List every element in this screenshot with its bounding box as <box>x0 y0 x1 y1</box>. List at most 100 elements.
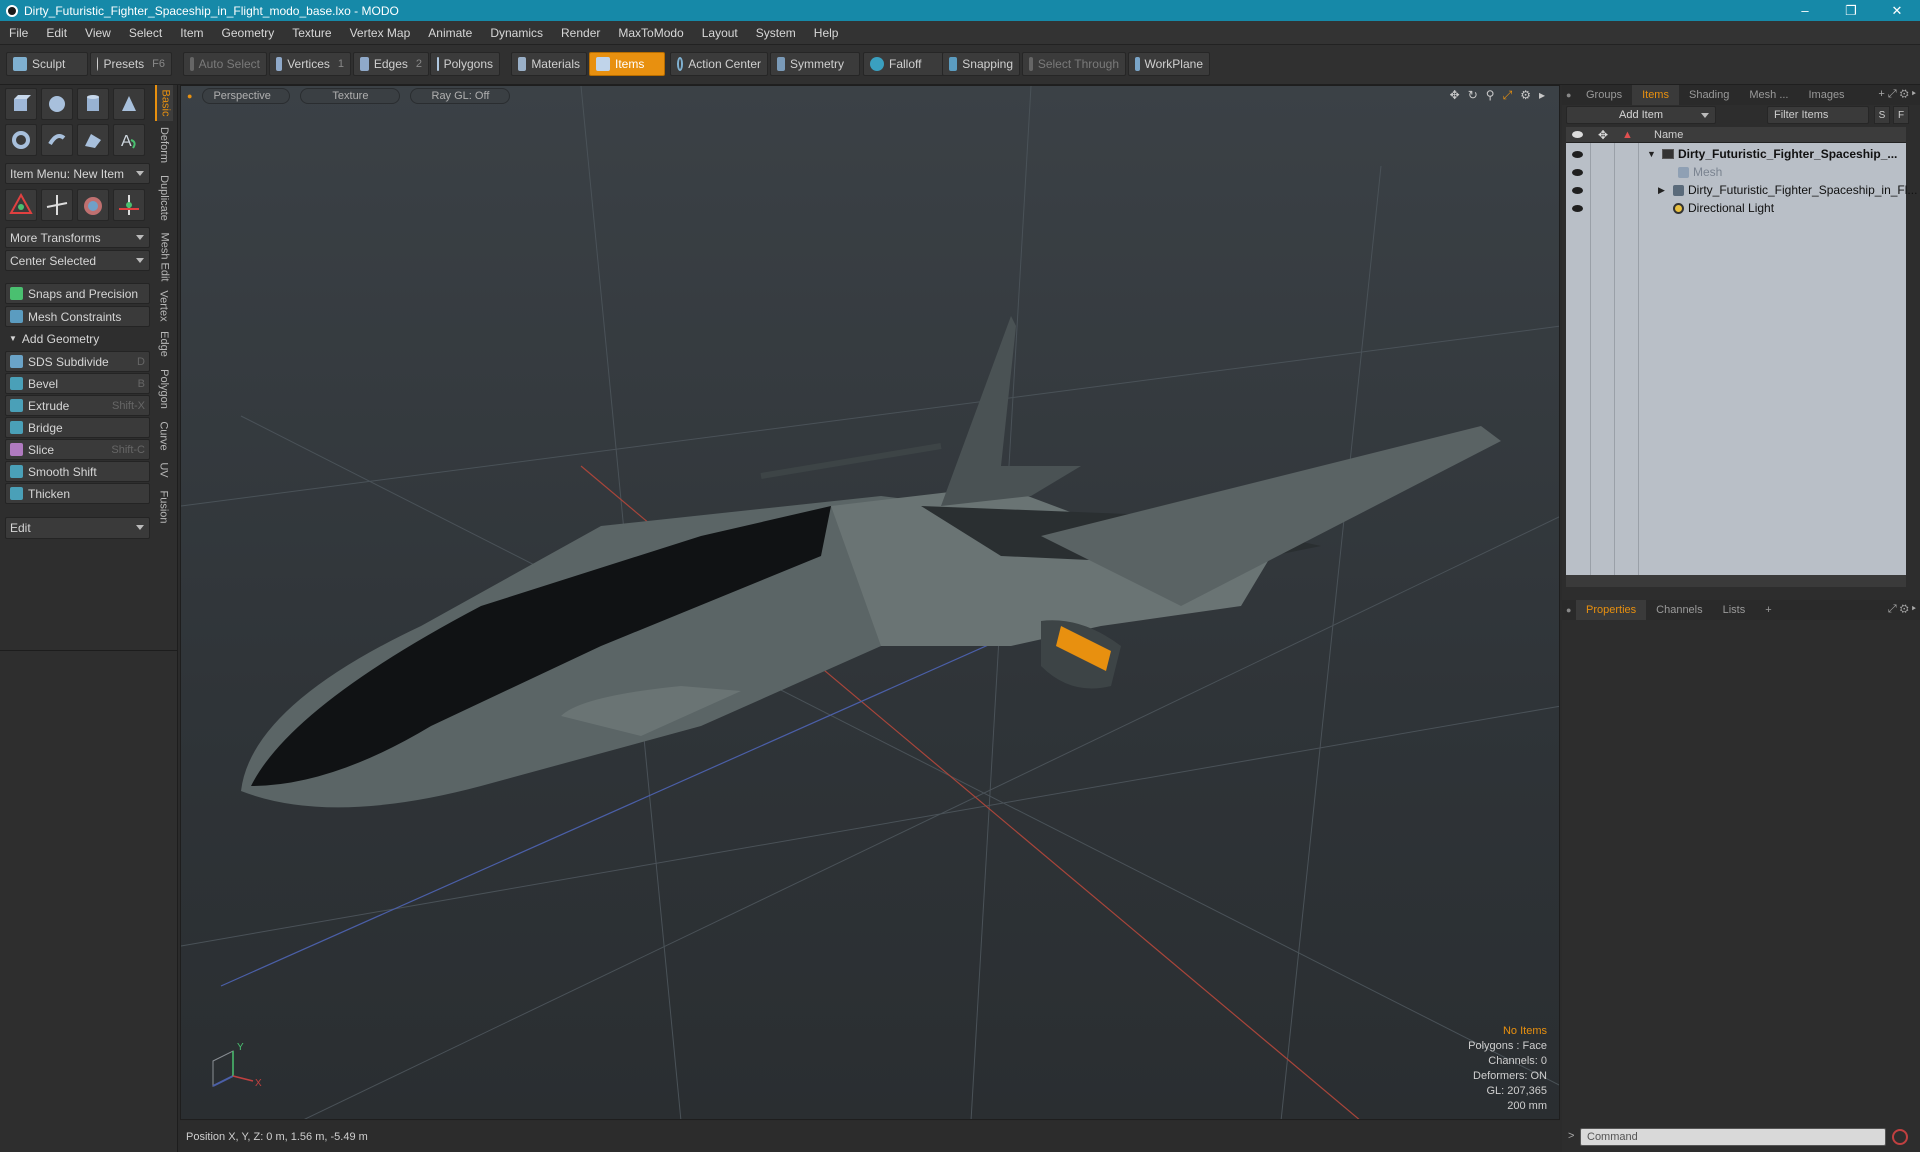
tool-slice[interactable]: Slice Shift-C <box>5 439 150 460</box>
tool-smooth-shift[interactable]: Smooth Shift <box>5 461 150 482</box>
move-tool-icon[interactable] <box>5 189 37 221</box>
tab-shading[interactable]: Shading <box>1679 85 1739 105</box>
vtab-fusion[interactable]: Fusion <box>155 485 173 529</box>
scale-tool-icon[interactable] <box>77 189 109 221</box>
triangle-down-icon[interactable]: ▼ <box>1647 149 1656 159</box>
eye-icon[interactable] <box>1572 204 1583 212</box>
add-geometry-header[interactable]: ▼ Add Geometry <box>5 330 150 347</box>
auto-select-button[interactable]: Auto Select <box>183 52 267 76</box>
gear-icon[interactable]: ⚙ <box>1900 603 1909 615</box>
menu-geometry[interactable]: Geometry <box>213 26 284 40</box>
tab-mesh[interactable]: Mesh ... <box>1739 85 1798 105</box>
falloff-button[interactable]: Falloff <box>863 52 945 76</box>
menu-system[interactable]: System <box>747 26 805 40</box>
tab-channels[interactable]: Channels <box>1646 600 1712 620</box>
ray-gl-tab[interactable]: Ray GL: Off <box>410 88 511 104</box>
arrow-right-icon[interactable]: ▸ <box>1912 88 1916 100</box>
command-input[interactable]: Command <box>1580 1128 1886 1146</box>
menu-select[interactable]: Select <box>120 26 171 40</box>
symmetry-button[interactable]: Symmetry <box>770 52 860 76</box>
vtab-uv[interactable]: UV <box>155 457 173 483</box>
vtab-basic[interactable]: Basic <box>155 85 173 121</box>
gear-icon[interactable]: ⚙ <box>1520 88 1531 103</box>
items-scrollbar[interactable] <box>1566 575 1906 587</box>
tool-thicken[interactable]: Thicken <box>5 483 150 504</box>
add-tab-icon[interactable]: + <box>1755 600 1781 620</box>
menu-view[interactable]: View <box>76 26 120 40</box>
zoom-icon[interactable]: ⚲ <box>1486 88 1495 103</box>
select-through-button[interactable]: Select Through <box>1022 52 1126 76</box>
menu-help[interactable]: Help <box>805 26 848 40</box>
cube-primitive-icon[interactable] <box>5 88 37 120</box>
vtab-polygon[interactable]: Polygon <box>155 363 173 415</box>
action-center-button[interactable]: Action Center <box>670 52 768 76</box>
tab-lists[interactable]: Lists <box>1713 600 1756 620</box>
filter-items-input[interactable]: Filter Items <box>1767 106 1869 124</box>
center-selected-dropdown[interactable]: Center Selected <box>5 250 150 271</box>
vtab-duplicate[interactable]: Duplicate <box>155 169 173 227</box>
text-primitive-icon[interactable]: A <box>113 124 145 156</box>
pen-primitive-icon[interactable] <box>77 124 109 156</box>
arrow-right-icon[interactable]: ▸ <box>1539 88 1545 103</box>
tab-images[interactable]: Images <box>1798 85 1854 105</box>
tool-bevel[interactable]: Bevel B <box>5 373 150 394</box>
item-row-scene[interactable]: ▼ Dirty_Futuristic_Fighter_Spaceship_... <box>1566 145 1906 163</box>
item-menu-dropdown[interactable]: Item Menu: New Item <box>5 163 150 184</box>
maximize-icon[interactable]: ⤢ <box>1503 88 1513 103</box>
mesh-constraints-button[interactable]: Mesh Constraints <box>5 306 150 327</box>
expand-icon[interactable]: ⤢ <box>1888 88 1897 100</box>
materials-button[interactable]: Materials <box>511 52 587 76</box>
vtab-deform[interactable]: Deform <box>155 123 173 167</box>
cone-primitive-icon[interactable] <box>113 88 145 120</box>
menu-edit[interactable]: Edit <box>37 26 76 40</box>
3d-viewport[interactable]: Y X ● Perspective Texture Ray GL: Off ✥ … <box>180 85 1560 1120</box>
menu-file[interactable]: File <box>0 26 37 40</box>
workplane-button[interactable]: WorkPlane <box>1128 52 1210 76</box>
record-icon[interactable] <box>1892 1129 1908 1145</box>
expand-icon[interactable]: ⤢ <box>1888 603 1897 615</box>
minimize-icon[interactable]: – <box>1782 0 1828 21</box>
item-row-mesh[interactable]: Mesh <box>1566 163 1906 181</box>
menu-render[interactable]: Render <box>552 26 609 40</box>
rotate-tool-icon[interactable] <box>41 189 73 221</box>
panel-options-icon[interactable]: ● <box>1562 90 1576 100</box>
pan-icon[interactable]: ✥ <box>1450 88 1460 103</box>
tool-extrude[interactable]: Extrude Shift-X <box>5 395 150 416</box>
orbit-icon[interactable]: ↻ <box>1468 88 1478 103</box>
vtab-mesh-edit[interactable]: Mesh Edit <box>155 229 173 285</box>
arrow-right-icon[interactable]: ▸ <box>1912 603 1916 615</box>
add-tab-icon[interactable]: + <box>1878 88 1884 100</box>
menu-dynamics[interactable]: Dynamics <box>481 26 552 40</box>
tool-bridge[interactable]: Bridge <box>5 417 150 438</box>
presets-button[interactable]: Presets F6 <box>90 52 172 76</box>
menu-animate[interactable]: Animate <box>419 26 481 40</box>
edges-button[interactable]: Edges 2 <box>353 52 429 76</box>
vtab-edge[interactable]: Edge <box>155 327 173 361</box>
add-item-button[interactable]: Add Item <box>1566 106 1716 124</box>
triangle-right-icon[interactable]: ▶ <box>1658 185 1665 196</box>
sphere-primitive-icon[interactable] <box>41 88 73 120</box>
snaps-precision-button[interactable]: Snaps and Precision <box>5 283 150 304</box>
menu-texture[interactable]: Texture <box>283 26 340 40</box>
eye-icon[interactable] <box>1572 186 1583 194</box>
filter-s-button[interactable]: S <box>1874 106 1890 124</box>
perspective-tab[interactable]: Perspective <box>202 88 291 104</box>
restore-icon[interactable]: ❐ <box>1828 0 1874 21</box>
tab-groups[interactable]: Groups <box>1576 85 1632 105</box>
texture-tab[interactable]: Texture <box>300 88 401 104</box>
items-button[interactable]: Items <box>589 52 665 76</box>
snapping-button[interactable]: Snapping <box>942 52 1020 76</box>
torus-primitive-icon[interactable] <box>5 124 37 156</box>
tab-properties[interactable]: Properties <box>1576 600 1647 620</box>
panel-options-icon[interactable]: ● <box>1562 605 1576 615</box>
vtab-curve[interactable]: Curve <box>155 417 173 455</box>
tab-items[interactable]: Items <box>1632 85 1679 105</box>
menu-item[interactable]: Item <box>171 26 212 40</box>
gear-icon[interactable]: ⚙ <box>1900 88 1909 100</box>
eye-icon[interactable] <box>1572 150 1583 158</box>
tube-primitive-icon[interactable] <box>41 124 73 156</box>
menu-layout[interactable]: Layout <box>693 26 747 40</box>
item-row-light[interactable]: Directional Light <box>1566 199 1906 217</box>
more-transforms-dropdown[interactable]: More Transforms <box>5 227 150 248</box>
edit-dropdown[interactable]: Edit <box>5 517 150 539</box>
